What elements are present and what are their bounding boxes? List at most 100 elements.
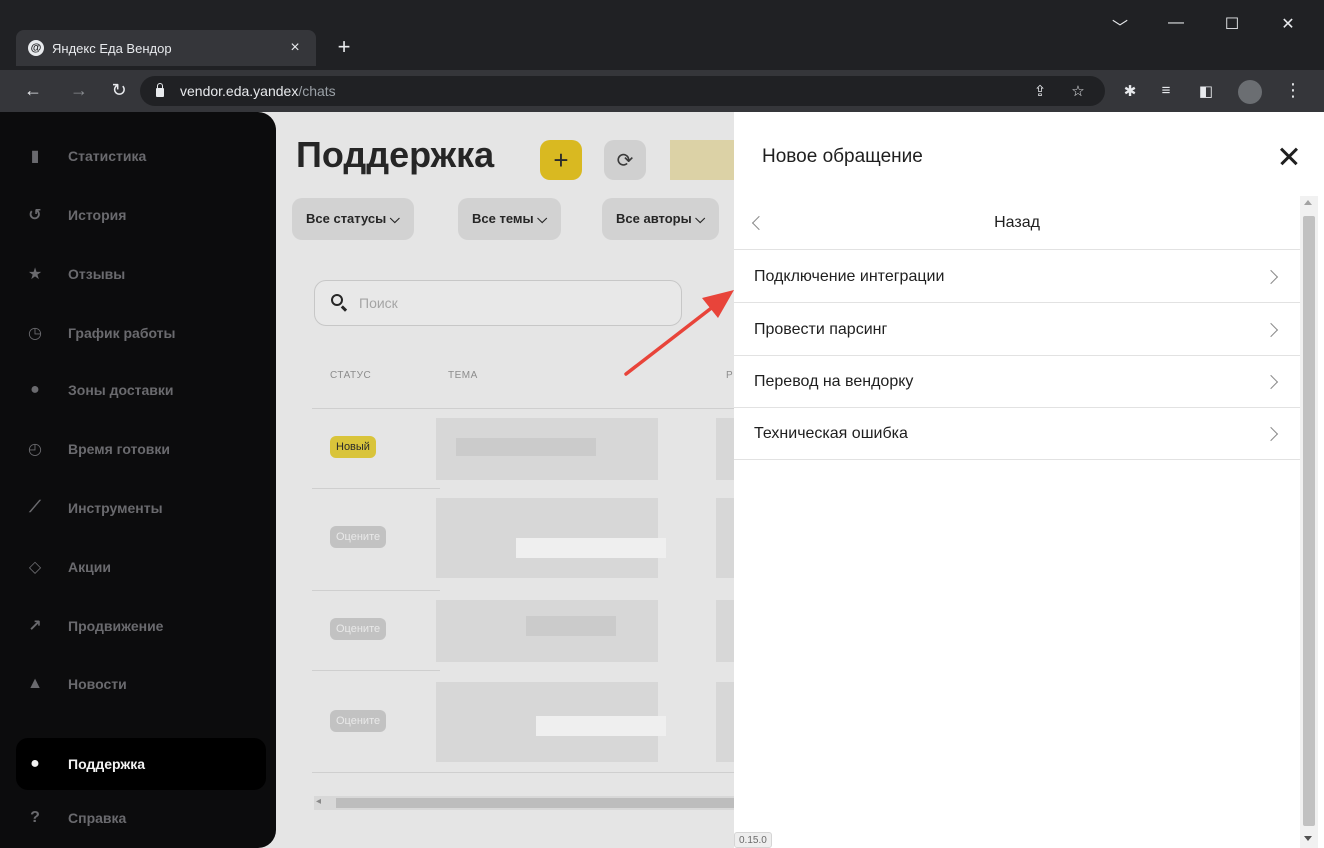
sidebar-item-label: Новости bbox=[68, 676, 127, 692]
sidebar-item-support[interactable]: ● Поддержка bbox=[16, 738, 266, 790]
sidebar-item-label: История bbox=[68, 207, 127, 223]
scroll-down-icon[interactable] bbox=[1304, 836, 1312, 841]
sidebar-item-statistics[interactable]: ▮ Статистика bbox=[16, 130, 266, 182]
table-divider bbox=[312, 408, 736, 409]
sidebar-item-label: Статистика bbox=[68, 148, 147, 164]
blurred-cell bbox=[716, 682, 736, 762]
scroll-left-icon[interactable]: ◂ bbox=[316, 796, 321, 807]
horizontal-scrollbar-thumb[interactable] bbox=[336, 798, 736, 808]
topic-item-parsing[interactable]: Провести парсинг bbox=[734, 304, 1300, 356]
chevron-right-icon bbox=[1263, 374, 1279, 390]
new-request-button[interactable]: + bbox=[540, 140, 582, 180]
topic-item-label: Перевод на вендорку bbox=[754, 372, 914, 390]
yandex-favicon-icon: @ bbox=[28, 40, 44, 56]
table-divider bbox=[312, 772, 736, 773]
blurred-topic bbox=[516, 538, 666, 558]
reading-list-icon[interactable]: ≡ bbox=[1156, 82, 1176, 99]
topic-item-label: Подключение интеграции bbox=[754, 267, 945, 285]
sidebar-item-history[interactable]: ↺ История bbox=[16, 189, 266, 241]
trend-up-icon: ↗ bbox=[28, 618, 42, 635]
share-icon[interactable]: ⇪ bbox=[1030, 82, 1050, 100]
topic-item-vendor-transfer[interactable]: Перевод на вендорку bbox=[734, 356, 1300, 408]
sidebar-item-tools[interactable]: ⟋ Инструменты bbox=[16, 482, 266, 534]
blurred-cell bbox=[716, 498, 736, 578]
search-box[interactable] bbox=[314, 280, 682, 326]
sidebar-item-promotions[interactable]: ◇ Акции bbox=[16, 541, 266, 593]
filter-status[interactable]: Все статусы ⌵ bbox=[292, 198, 414, 240]
sidebar-item-label: Зоны доставки bbox=[68, 382, 174, 398]
sidebar-item-label: Продвижение bbox=[68, 618, 164, 634]
tag-icon: ◇ bbox=[28, 559, 42, 576]
reload-icon[interactable]: ↻ bbox=[108, 80, 130, 101]
new-request-drawer: Новое обращение Назад Подключение интегр… bbox=[734, 112, 1324, 848]
extensions-puzzle-icon[interactable]: ✱ bbox=[1120, 82, 1140, 100]
history-icon: ↺ bbox=[28, 207, 42, 224]
scroll-up-icon[interactable] bbox=[1304, 200, 1312, 205]
sidebar-item-label: Поддержка bbox=[68, 756, 146, 772]
maximize-icon[interactable]: ☐ bbox=[1222, 14, 1242, 34]
new-tab-button[interactable]: + bbox=[332, 34, 356, 60]
refresh-icon[interactable]: ⟳ bbox=[604, 140, 646, 180]
status-badge: Оцените bbox=[330, 526, 387, 548]
tools-icon: ⟋ bbox=[29, 499, 41, 516]
browser-tab-strip: @ Яндекс Еда Вендор × + ﹀ — ☐ ✕ bbox=[0, 0, 1324, 70]
sidebar-item-help[interactable]: ? Справка bbox=[16, 792, 266, 844]
search-input[interactable] bbox=[359, 295, 659, 311]
column-header-topic: ТЕМА bbox=[448, 370, 478, 381]
sidebar-item-reviews[interactable]: ★ Отзывы bbox=[16, 248, 266, 300]
drawer-title: Новое обращение bbox=[762, 146, 923, 167]
window-close-icon[interactable]: ✕ bbox=[1278, 14, 1298, 34]
filter-topics[interactable]: Все темы ⌵ bbox=[458, 198, 562, 240]
sidebar-item-label: Акции bbox=[68, 559, 111, 575]
blurred-cell bbox=[716, 600, 736, 662]
tab-search-icon[interactable]: ﹀ bbox=[1110, 14, 1130, 38]
blurred-cell bbox=[716, 418, 736, 480]
table-divider bbox=[312, 488, 440, 489]
chevron-right-icon bbox=[1263, 322, 1279, 338]
table-divider bbox=[312, 590, 440, 591]
topic-item-label: Техническая ошибка bbox=[754, 424, 908, 442]
sidebar-item-news[interactable]: ▲ Новости bbox=[16, 658, 266, 710]
browser-menu-icon[interactable]: ⋮ bbox=[1284, 80, 1302, 101]
lock-icon bbox=[156, 82, 164, 97]
sidebar-item-advertising[interactable]: ↗ Продвижение bbox=[16, 600, 266, 652]
sidebar-item-cooking-time[interactable]: ◴ Время готовки bbox=[16, 423, 266, 475]
status-badge: Новый bbox=[330, 436, 376, 458]
chevron-right-icon bbox=[1263, 269, 1279, 285]
minimize-icon[interactable]: — bbox=[1166, 14, 1186, 32]
close-icon[interactable] bbox=[1274, 142, 1304, 172]
back-button[interactable]: Назад bbox=[734, 196, 1300, 250]
blurred-topic bbox=[526, 616, 616, 636]
blurred-region bbox=[670, 140, 740, 180]
sidebar-item-label: Справка bbox=[68, 810, 127, 826]
side-panel-icon[interactable]: ◧ bbox=[1196, 82, 1216, 100]
sidebar: ▮ Статистика ↺ История ★ Отзывы ◷ График раб… bbox=[0, 112, 276, 848]
vertical-scrollbar-thumb[interactable] bbox=[1303, 216, 1315, 826]
star-bubble-icon: ★ bbox=[27, 266, 43, 283]
column-header-partial: Р bbox=[726, 370, 734, 381]
back-arrow-icon[interactable]: ← bbox=[22, 80, 44, 101]
topic-item-integration[interactable]: Подключение интеграции bbox=[734, 251, 1300, 303]
page-title: Поддержка bbox=[296, 134, 495, 175]
bookmark-star-icon[interactable]: ☆ bbox=[1068, 82, 1088, 100]
support-page: Поддержка + ⟳ Все статусы ⌵ Все темы ⌵ В… bbox=[276, 112, 740, 848]
chevron-left-icon bbox=[751, 215, 767, 231]
sidebar-item-delivery-zones[interactable]: ● Зоны доставки bbox=[16, 364, 266, 416]
clock-icon: ◷ bbox=[28, 325, 42, 342]
forward-arrow-icon[interactable]: → bbox=[68, 80, 90, 101]
tab-close-icon[interactable]: × bbox=[286, 39, 304, 57]
status-badge: Оцените bbox=[330, 710, 387, 732]
address-bar[interactable]: vendor.eda.yandex/chats ⇪ ☆ bbox=[140, 76, 1105, 106]
chevron-right-icon bbox=[1263, 426, 1279, 442]
blurred-topic bbox=[536, 716, 666, 736]
browser-tab[interactable]: @ Яндекс Еда Вендор × bbox=[16, 30, 316, 66]
page-viewport: ▮ Статистика ↺ История ★ Отзывы ◷ График раб… bbox=[0, 112, 1324, 848]
topic-item-label: Провести парсинг bbox=[754, 320, 888, 338]
filter-authors[interactable]: Все авторы ⌵ bbox=[602, 198, 720, 240]
topic-item-technical-error[interactable]: Техническая ошибка bbox=[734, 408, 1300, 460]
profile-avatar[interactable] bbox=[1238, 80, 1262, 104]
table-divider bbox=[312, 670, 440, 671]
sidebar-item-label: Отзывы bbox=[68, 266, 126, 282]
sidebar-item-schedule[interactable]: ◷ График работы bbox=[16, 307, 266, 359]
blurred-topic bbox=[456, 438, 596, 456]
